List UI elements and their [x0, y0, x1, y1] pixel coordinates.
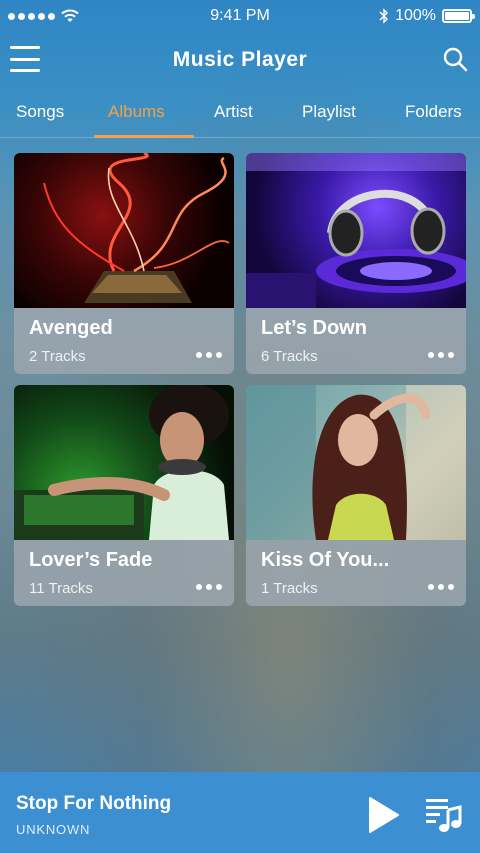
now-playing-title: Stop For Nothing — [16, 793, 172, 814]
tab-bar: Songs Albums Artist Playlist Folders — [0, 92, 480, 138]
play-icon[interactable] — [368, 796, 400, 834]
tab-folders[interactable]: Folders — [405, 102, 462, 122]
album-art — [14, 153, 234, 308]
search-icon[interactable] — [442, 46, 468, 72]
album-title: Kiss Of You... — [261, 549, 390, 571]
status-bar: 9:41 PM 100% — [0, 0, 480, 32]
album-track-count: 1 Tracks — [261, 580, 318, 597]
more-icon[interactable] — [428, 584, 454, 590]
album-title: Lover’s Fade — [29, 549, 153, 571]
album-title: Avenged — [29, 317, 113, 339]
tab-albums[interactable]: Albums — [108, 102, 165, 122]
album-info: Let’s Down 6 Tracks — [246, 308, 466, 374]
album-card[interactable]: Avenged 2 Tracks — [14, 153, 234, 374]
menu-icon[interactable] — [10, 46, 40, 72]
more-icon[interactable] — [196, 352, 222, 358]
album-card[interactable]: Kiss Of You... 1 Tracks — [246, 385, 466, 606]
album-card[interactable]: Let’s Down 6 Tracks — [246, 153, 466, 374]
battery-icon — [442, 9, 475, 23]
album-art — [14, 385, 234, 540]
tab-songs[interactable]: Songs — [16, 102, 64, 122]
album-info: Lover’s Fade 11 Tracks — [14, 540, 234, 606]
album-track-count: 2 Tracks — [29, 348, 86, 365]
tab-artist[interactable]: Artist — [214, 102, 253, 122]
album-title: Let’s Down — [261, 317, 367, 339]
more-icon[interactable] — [428, 352, 454, 358]
album-track-count: 11 Tracks — [29, 580, 93, 597]
app-title: Music Player — [172, 48, 308, 71]
album-info: Kiss Of You... 1 Tracks — [246, 540, 466, 606]
more-icon[interactable] — [196, 584, 222, 590]
app-bar: Music Player — [0, 32, 480, 88]
now-playing-bar[interactable]: Stop For Nothing UNKNOWN — [0, 772, 480, 853]
playlist-icon[interactable] — [424, 796, 462, 834]
album-art — [246, 385, 466, 540]
status-time: 9:41 PM — [210, 7, 270, 24]
active-tab-indicator — [94, 135, 194, 138]
album-info: Avenged 2 Tracks — [14, 308, 234, 374]
album-card[interactable]: Lover’s Fade 11 Tracks — [14, 385, 234, 606]
album-art — [246, 153, 466, 308]
tab-playlist[interactable]: Playlist — [302, 102, 356, 122]
album-track-count: 6 Tracks — [261, 348, 318, 365]
now-playing-artist: UNKNOWN — [16, 822, 91, 837]
